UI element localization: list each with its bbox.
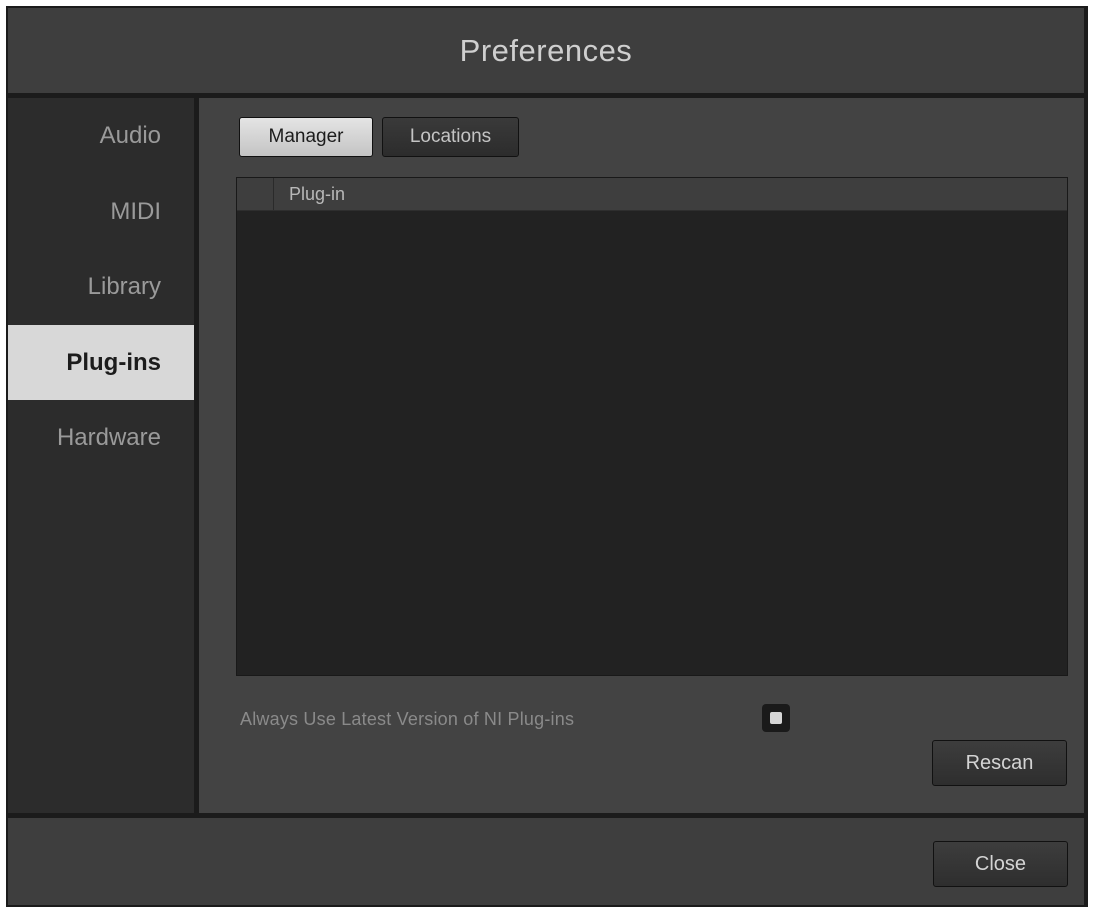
sidebar-item-label: Audio	[99, 121, 161, 149]
tab-locations[interactable]: Locations	[382, 117, 519, 157]
sidebar: Audio MIDI Library Plug-ins Hardware	[8, 98, 194, 813]
sidebar-item-label: Hardware	[56, 423, 161, 451]
always-latest-checkbox[interactable]	[762, 704, 790, 732]
sidebar-item-audio[interactable]: Audio	[8, 98, 194, 173]
column-header-plug-in[interactable]: Plug-in	[289, 178, 345, 210]
sidebar-item-midi[interactable]: MIDI	[8, 174, 194, 249]
sidebar-item-library[interactable]: Library	[8, 249, 194, 324]
sidebar-item-label: MIDI	[110, 197, 161, 225]
sidebar-item-plug-ins[interactable]: Plug-ins	[8, 325, 194, 400]
close-button[interactable]: Close	[933, 841, 1068, 887]
preferences-window: Preferences Audio MIDI Library Plug-ins …	[6, 6, 1088, 907]
column-header-checkbox[interactable]	[237, 178, 274, 210]
rescan-button[interactable]: Rescan	[932, 740, 1067, 786]
rescan-button-label: Rescan	[965, 751, 1034, 774]
tab-label: Locations	[409, 126, 492, 147]
title-bar: Preferences	[8, 8, 1084, 93]
list-header: Plug-in	[237, 178, 1067, 211]
plugin-list[interactable]: Plug-in	[236, 177, 1068, 676]
footer-bar: Close	[8, 818, 1084, 905]
sidebar-item-hardware[interactable]: Hardware	[8, 400, 194, 475]
sidebar-item-label: Library	[87, 272, 161, 300]
content-panel: Manager Locations Plug-in Always Use Lat…	[199, 98, 1084, 813]
tab-label: Manager	[268, 126, 344, 147]
window-title: Preferences	[459, 32, 633, 68]
sidebar-item-label: Plug-ins	[66, 348, 161, 376]
always-latest-label: Always Use Latest Version of NI Plug-ins	[240, 709, 575, 729]
close-button-label: Close	[974, 852, 1027, 875]
checkbox-indicator	[770, 712, 782, 724]
tab-manager[interactable]: Manager	[239, 117, 373, 157]
